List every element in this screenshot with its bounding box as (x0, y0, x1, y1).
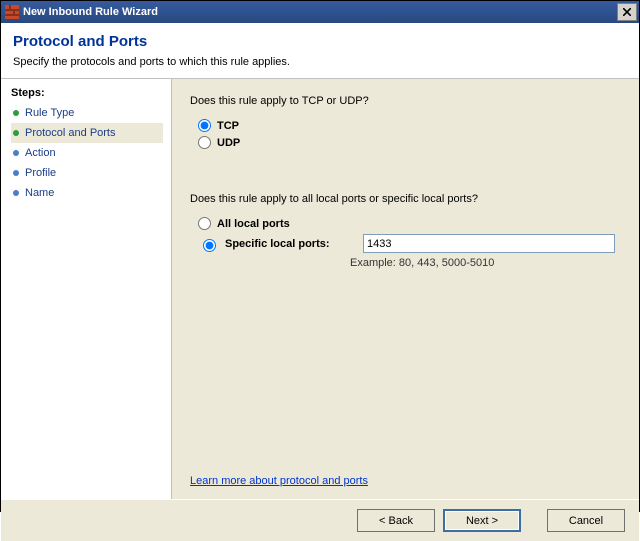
main-panel: Does this rule apply to TCP or UDP? TCP … (171, 79, 639, 499)
step-label: Profile (25, 167, 56, 179)
radio-specific-ports-label: Specific local ports: (225, 238, 357, 250)
radio-tcp-label: TCP (217, 120, 239, 132)
page-subtitle: Specify the protocols and ports to which… (13, 56, 627, 68)
step-bullet-icon (13, 130, 19, 136)
step-bullet-icon (13, 150, 19, 156)
cancel-button[interactable]: Cancel (547, 509, 625, 532)
radio-udp[interactable] (198, 136, 211, 149)
step-label: Protocol and Ports (25, 127, 116, 139)
firewall-icon (5, 5, 19, 19)
window-title: New Inbound Rule Wizard (23, 6, 617, 18)
step-bullet-icon (13, 190, 19, 196)
step-action[interactable]: Action (11, 143, 163, 163)
titlebar: New Inbound Rule Wizard (1, 1, 639, 23)
close-button[interactable] (617, 3, 637, 21)
wizard-header: Protocol and Ports Specify the protocols… (1, 23, 639, 72)
next-button[interactable]: Next > (443, 509, 521, 532)
step-label: Rule Type (25, 107, 74, 119)
radio-specific-ports[interactable] (203, 239, 216, 252)
radio-all-ports-label: All local ports (217, 218, 290, 230)
radio-tcp[interactable] (198, 119, 211, 132)
question-ports: Does this rule apply to all local ports … (190, 193, 621, 205)
step-profile[interactable]: Profile (11, 163, 163, 183)
radio-udp-label: UDP (217, 137, 240, 149)
wizard-button-bar: < Back Next > Cancel (1, 499, 639, 541)
radio-row-udp: UDP (190, 134, 621, 151)
radio-row-specific-ports: Specific local ports: (190, 232, 621, 255)
radio-all-ports[interactable] (198, 217, 211, 230)
step-rule-type[interactable]: Rule Type (11, 103, 163, 123)
ports-example: Example: 80, 443, 5000-5010 (350, 257, 621, 269)
learn-more-link[interactable]: Learn more about protocol and ports (190, 475, 368, 487)
back-button[interactable]: < Back (357, 509, 435, 532)
page-title: Protocol and Ports (13, 33, 627, 50)
question-protocol: Does this rule apply to TCP or UDP? (190, 95, 621, 107)
steps-sidebar: Steps: Rule Type Protocol and Ports Acti… (1, 79, 171, 499)
radio-row-all-ports: All local ports (190, 215, 621, 232)
specific-ports-input[interactable] (363, 234, 615, 253)
step-label: Action (25, 147, 56, 159)
step-name[interactable]: Name (11, 183, 163, 203)
step-label: Name (25, 187, 54, 199)
step-protocol-ports[interactable]: Protocol and Ports (11, 123, 163, 143)
step-bullet-icon (13, 170, 19, 176)
radio-row-tcp: TCP (190, 117, 621, 134)
steps-heading: Steps: (11, 87, 163, 99)
step-bullet-icon (13, 110, 19, 116)
